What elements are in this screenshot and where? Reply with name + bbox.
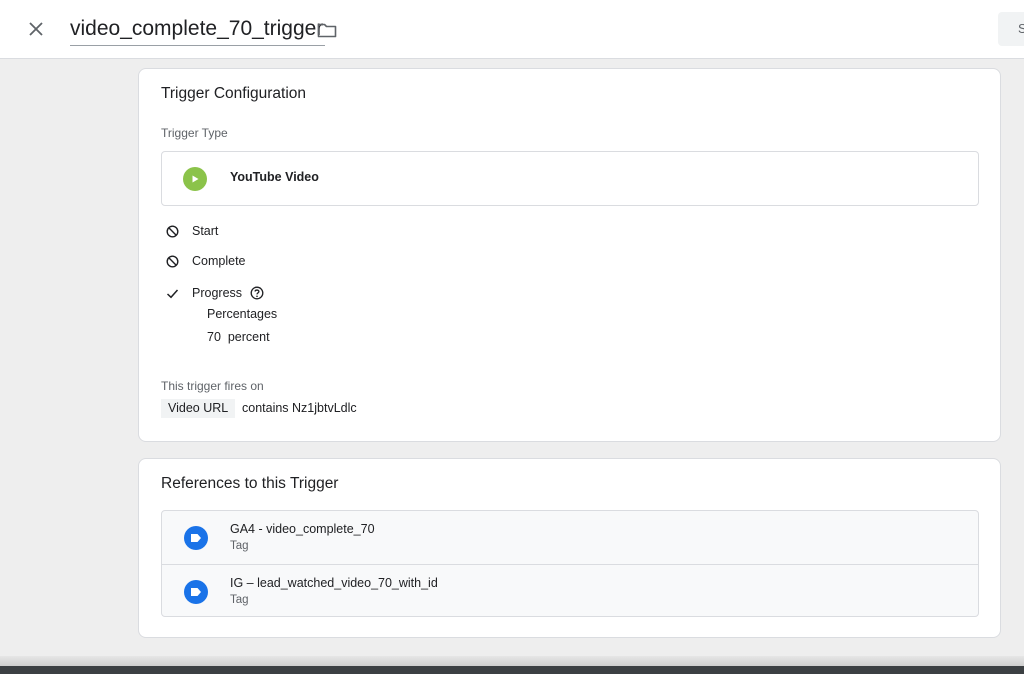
block-icon <box>165 224 179 238</box>
progress-value: 70 <box>207 330 221 344</box>
progress-mode: Percentages <box>207 307 278 321</box>
help-icon[interactable] <box>250 286 264 300</box>
card-title: Trigger Configuration <box>161 85 307 102</box>
condition-text: contains Nz1jbtvLdlc <box>242 401 357 415</box>
trigger-type-selector[interactable]: YouTube Video <box>161 151 979 206</box>
close-button[interactable] <box>22 15 50 43</box>
tag-icon <box>184 580 208 604</box>
tag-icon <box>184 526 208 550</box>
save-button[interactable]: S <box>998 12 1024 46</box>
close-icon <box>29 22 43 36</box>
references-list: GA4 - video_complete_70 Tag IG – lead_wa… <box>161 510 979 617</box>
list-item[interactable]: GA4 - video_complete_70 Tag <box>162 511 978 564</box>
check-icon <box>165 286 179 300</box>
progress-unit: percent <box>227 330 270 344</box>
header-bar: video_complete_70_trigger S <box>0 0 1024 59</box>
trigger-type-label: Trigger Type <box>161 126 228 140</box>
progress-threshold: 70 percent <box>207 330 270 344</box>
trigger-type-name: YouTube Video <box>230 170 319 184</box>
trigger-name-field[interactable]: video_complete_70_trigger <box>70 14 326 46</box>
option-label: Start <box>192 224 219 238</box>
condition-variable: Video URL <box>161 399 236 418</box>
trigger-configuration-card[interactable]: Trigger Configuration Trigger Type YouTu… <box>138 68 1001 442</box>
folder-button[interactable] <box>314 17 340 43</box>
list-item[interactable]: IG – lead_watched_video_70_with_id Tag <box>162 564 978 616</box>
reference-type: Tag <box>230 594 249 606</box>
option-label: Complete <box>192 254 246 268</box>
play-icon <box>183 167 207 191</box>
option-start: Start <box>165 221 218 241</box>
reference-type: Tag <box>230 540 249 552</box>
window-bottom-edge <box>0 666 1024 674</box>
references-card: References to this Trigger GA4 - video_c… <box>138 458 1001 638</box>
option-progress: Progress <box>165 283 264 303</box>
fires-on-label: This trigger fires on <box>161 379 264 393</box>
option-complete: Complete <box>165 251 246 271</box>
card-title: References to this Trigger <box>161 475 339 492</box>
reference-name: GA4 - video_complete_70 <box>230 522 375 536</box>
reference-name: IG – lead_watched_video_70_with_id <box>230 576 438 590</box>
window-bottom-shadow <box>0 656 1024 666</box>
block-icon <box>165 254 179 268</box>
folder-icon <box>317 23 337 38</box>
option-label: Progress <box>192 286 243 300</box>
